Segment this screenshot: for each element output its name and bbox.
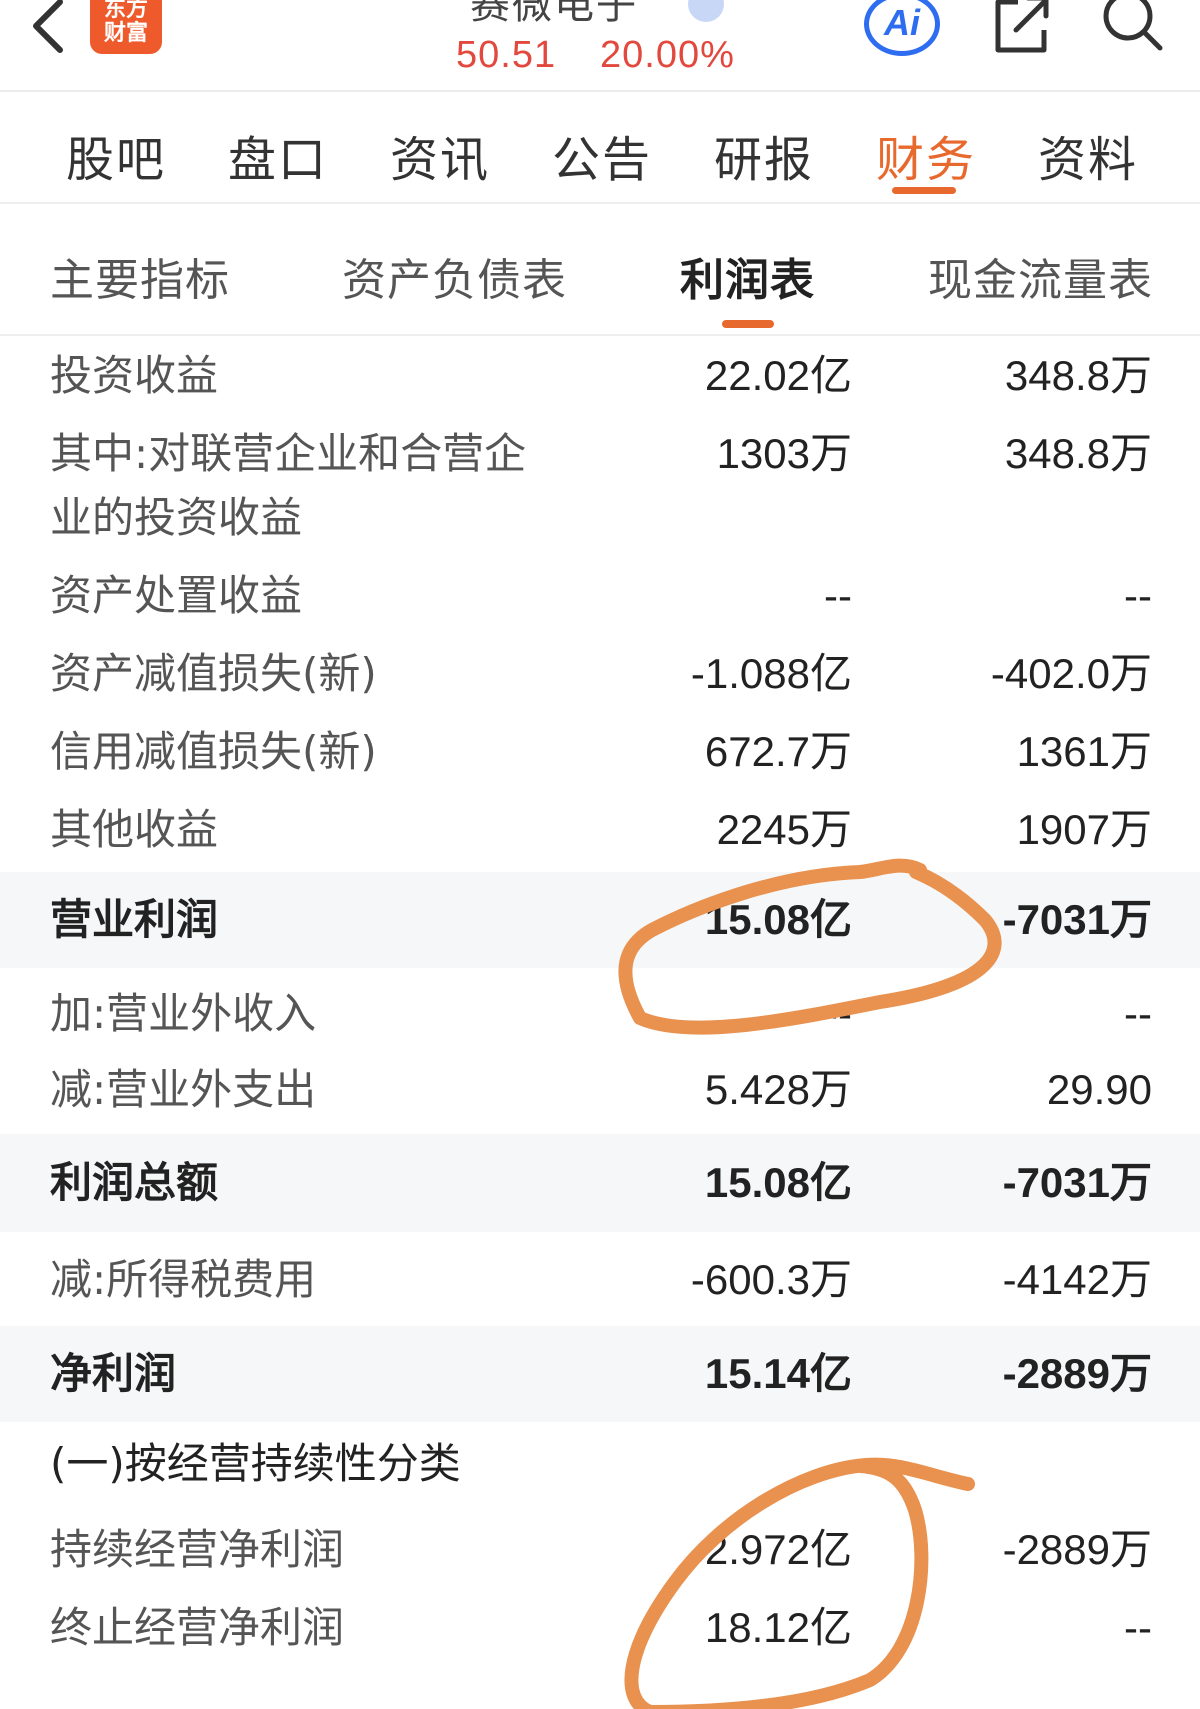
chevron-left-icon	[33, 0, 63, 53]
row-value-previous: -402.0万	[990, 650, 1152, 697]
sub-tab-indicator	[722, 320, 774, 328]
row-value-current: 18.12亿	[704, 1604, 852, 1651]
logo-line2: 财富	[103, 21, 148, 46]
tab-news[interactable]: 资讯	[390, 120, 490, 190]
tab-cash-flow[interactable]: 现金流量表	[928, 244, 1153, 308]
table-row[interactable]: 资产处置收益 -- --	[0, 558, 1200, 636]
row-value-previous: --	[1124, 1604, 1152, 1651]
row-label: 营业利润	[50, 895, 219, 944]
sub-tab-bar: 主要指标 资产负债表 利润表 现金流量表	[0, 204, 1200, 336]
tab-announcements[interactable]: 公告	[552, 120, 652, 190]
search-icon	[1103, 0, 1163, 51]
ai-assistant-button[interactable]: Ai	[864, 0, 940, 56]
top-header: 东方 财富 赛微电子 50.51 20.00% Ai	[0, 0, 1200, 92]
section-header: (一)按经营持续性分类	[0, 1422, 1200, 1512]
table-row[interactable]: 减:营业外支出 5.428万 29.90	[0, 1052, 1200, 1134]
row-label: 净利润	[50, 1349, 177, 1398]
table-row[interactable]: 其他收益 2245万 1907万	[0, 792, 1200, 872]
row-value-current: 1303万	[716, 430, 852, 477]
tab-profile[interactable]: 资料	[1038, 120, 1138, 190]
row-value-previous: -2889万	[1002, 1526, 1152, 1573]
row-label: 终止经营净利润	[50, 1603, 345, 1652]
table-row-bold[interactable]: 利润总额 15.08亿 -7031万	[0, 1134, 1200, 1232]
table-row[interactable]: 终止经营净利润 18.12亿 --	[0, 1590, 1200, 1670]
row-value-previous: 1361万	[1016, 728, 1152, 775]
tab-finance[interactable]: 财务	[876, 120, 976, 190]
row-value-current: 15.08亿	[704, 1159, 852, 1206]
row-value-previous: -7031万	[1002, 896, 1152, 943]
row-value-current: 22.02亿	[704, 352, 852, 399]
tab-research[interactable]: 研报	[714, 120, 814, 190]
search-button[interactable]	[1098, 0, 1168, 54]
row-label: 持续经营净利润	[50, 1525, 345, 1574]
tab-income-statement[interactable]: 利润表	[680, 244, 815, 308]
row-value-current: 5.428万	[704, 1066, 852, 1113]
tab-guba[interactable]: 股吧	[66, 120, 166, 190]
row-value-previous: -2889万	[1002, 1350, 1152, 1397]
table-row[interactable]: 持续经营净利润 -2.972亿 -2889万	[0, 1512, 1200, 1590]
row-value-previous: 348.8万	[1004, 430, 1152, 477]
row-value-previous: --	[1124, 990, 1152, 1037]
stock-name: 赛微电子	[470, 0, 638, 28]
row-value-current: 672.7万	[704, 728, 852, 775]
main-tab-indicator	[892, 187, 956, 194]
main-tab-bar: 股吧 盘口 资讯 公告 研报 财务 资料	[0, 92, 1200, 204]
tab-balance-sheet[interactable]: 资产负债表	[342, 244, 567, 308]
row-value-current: 2245万	[716, 806, 852, 853]
row-value-current: -600.3万	[690, 1256, 852, 1303]
verified-icon	[688, 0, 724, 22]
share-button[interactable]	[988, 0, 1054, 54]
row-label: 资产减值损失(新)	[50, 649, 377, 698]
row-value-current: -2.972亿	[690, 1526, 852, 1573]
row-label-line2: 业的投资收益	[50, 493, 303, 542]
row-value-current: 15.14亿	[704, 1350, 852, 1397]
table-row[interactable]: 资产减值损失(新) -1.088亿 -402.0万	[0, 636, 1200, 714]
app-logo: 东方 财富	[90, 0, 162, 54]
logo-line1: 东方	[103, 0, 148, 22]
table-row[interactable]: 信用减值损失(新) 672.7万 1361万	[0, 714, 1200, 792]
row-value-previous: -4142万	[1002, 1256, 1152, 1303]
row-label: 利润总额	[50, 1158, 219, 1207]
row-label: 减:营业外支出	[50, 1065, 317, 1114]
row-value-previous: 348.8万	[1004, 352, 1152, 399]
row-label: 其他收益	[50, 805, 219, 854]
row-label: 加:营业外收入	[50, 989, 317, 1038]
row-value-current: -1.088亿	[690, 650, 852, 697]
row-label-line1: 其中:对联营企业和合营企	[50, 429, 527, 478]
section-label: (一)按经营持续性分类	[50, 1439, 461, 1488]
table-row[interactable]: 投资收益 22.02亿 348.8万	[0, 336, 1200, 414]
row-value-previous: -7031万	[1002, 1159, 1152, 1206]
row-label: 减:所得税费用	[50, 1255, 317, 1304]
row-label: 其中:对联营企业和合营企 业的投资收益	[50, 422, 610, 550]
table-row[interactable]: 加:营业外收入 -- --	[0, 968, 1200, 1052]
table-row-bold[interactable]: 营业利润 15.08亿 -7031万	[0, 872, 1200, 968]
income-statement-table: 投资收益 22.02亿 348.8万 其中:对联营企业和合营企 业的投资收益 1…	[0, 336, 1200, 1670]
tab-pankou[interactable]: 盘口	[228, 120, 328, 190]
row-value-current: --	[824, 572, 852, 619]
share-icon	[995, 0, 1049, 53]
row-value-previous: 29.90	[1046, 1066, 1152, 1113]
row-value-current: 15.08亿	[704, 896, 852, 943]
row-value-current: --	[824, 990, 852, 1037]
table-row[interactable]: 其中:对联营企业和合营企 业的投资收益 1303万 348.8万	[0, 414, 1200, 558]
row-label: 投资收益	[50, 351, 219, 400]
row-value-previous: --	[1124, 572, 1152, 619]
table-row-bold[interactable]: 净利润 15.14亿 -2889万	[0, 1326, 1200, 1422]
stock-price: 50.51	[456, 34, 557, 76]
stock-change-percent: 20.00%	[600, 34, 735, 76]
row-label: 资产处置收益	[50, 571, 303, 620]
tab-key-metrics[interactable]: 主要指标	[50, 244, 230, 308]
back-button[interactable]	[24, 0, 74, 60]
table-row[interactable]: 减:所得税费用 -600.3万 -4142万	[0, 1232, 1200, 1326]
row-value-previous: 1907万	[1016, 806, 1152, 853]
row-label: 信用减值损失(新)	[50, 727, 377, 776]
